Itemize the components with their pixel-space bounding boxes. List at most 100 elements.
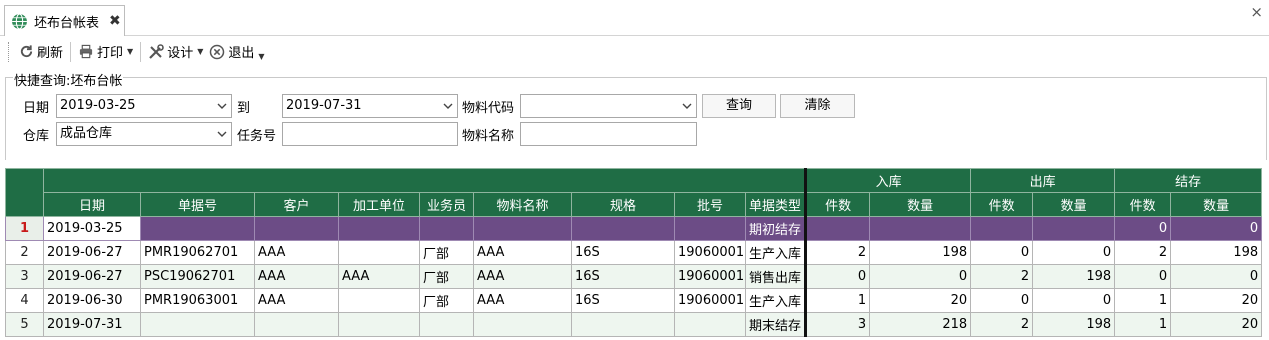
chevron-down-icon[interactable] (217, 103, 227, 110)
cell-out-qty[interactable]: 198 (1032, 312, 1116, 337)
cell-stock-qty[interactable]: 0 (1170, 216, 1263, 241)
cell-date[interactable]: 2019-06-30 (43, 288, 141, 313)
col-header-out-pieces[interactable]: 件数 (970, 192, 1034, 217)
cell-date[interactable]: 2019-06-27 (43, 240, 141, 265)
cell-spec[interactable]: 16S (571, 240, 675, 265)
refresh-button[interactable]: 刷新 (16, 40, 66, 64)
col-header-material[interactable]: 物料名称 (473, 192, 572, 217)
design-button[interactable]: 设计 ▼ (145, 40, 206, 64)
cell-spec[interactable] (571, 312, 675, 337)
cell-processor[interactable]: AAA (338, 264, 420, 289)
cell-out-pieces[interactable] (970, 216, 1034, 241)
task-input[interactable] (282, 122, 458, 146)
cell-spec[interactable] (571, 216, 675, 241)
cell-stock-pieces[interactable]: 0 (1114, 216, 1172, 241)
cell-out-pieces[interactable]: 2 (970, 264, 1034, 289)
cell-doctype[interactable]: 期末结存 (744, 312, 807, 337)
cell-material[interactable] (473, 216, 572, 241)
col-header-out-qty[interactable]: 数量 (1032, 192, 1116, 217)
cell-stock-qty[interactable]: 20 (1170, 288, 1263, 313)
cell-stock-qty[interactable]: 198 (1170, 240, 1263, 265)
col-header-in-pieces[interactable]: 件数 (804, 192, 871, 217)
col-header-spec[interactable]: 规格 (571, 192, 675, 217)
cell-date[interactable]: 2019-07-31 (43, 312, 141, 337)
cell-out-pieces[interactable]: 2 (970, 312, 1034, 337)
cell-in-pieces[interactable] (804, 216, 871, 241)
cell-batch[interactable] (674, 312, 746, 337)
cell-stock-pieces[interactable]: 1 (1114, 288, 1172, 313)
cell-out-qty[interactable]: 0 (1032, 240, 1116, 265)
cell-in-pieces[interactable]: 0 (804, 264, 871, 289)
cell-in-pieces[interactable]: 1 (804, 288, 871, 313)
cell-out-qty[interactable]: 198 (1032, 264, 1116, 289)
chevron-down-icon[interactable]: ▼ (197, 47, 203, 56)
chevron-down-icon[interactable]: ▼ (127, 47, 133, 56)
cell-in-pieces[interactable]: 3 (804, 312, 871, 337)
material-name-input[interactable] (520, 122, 697, 146)
cell-batch[interactable]: 19060001 (674, 240, 746, 265)
chevron-down-icon[interactable] (217, 131, 227, 138)
cell-doctype[interactable]: 生产入库 (744, 240, 807, 265)
cell-doctype[interactable]: 生产入库 (744, 288, 807, 313)
print-button[interactable]: 打印 ▼ (75, 40, 136, 64)
warehouse-combo[interactable]: 成品仓库 (56, 122, 232, 146)
col-header-customer[interactable]: 客户 (254, 192, 339, 217)
cell-out-pieces[interactable]: 0 (970, 288, 1034, 313)
cell-salesman[interactable]: 厂部 (419, 288, 474, 313)
window-close-icon[interactable]: × (1250, 3, 1263, 21)
cell-batch[interactable]: 19060001 (674, 288, 746, 313)
cell-stock-pieces[interactable]: 0 (1114, 264, 1172, 289)
col-header-stock-qty[interactable]: 数量 (1170, 192, 1263, 217)
cell-processor[interactable] (338, 216, 420, 241)
cell-stock-qty[interactable]: 0 (1170, 264, 1263, 289)
col-header-salesman[interactable]: 业务员 (419, 192, 474, 217)
overflow-chevron-icon[interactable]: ▼ (258, 52, 264, 61)
cell-batch[interactable] (674, 216, 746, 241)
chevron-down-icon[interactable] (682, 103, 692, 110)
chevron-down-icon[interactable] (443, 103, 453, 110)
cell-date[interactable]: 2019-06-27 (43, 264, 141, 289)
table-row[interactable]: 5 2019-07-31 期末结存 3 218 2 198 1 20 (5, 312, 1263, 337)
cell-stock-pieces[interactable]: 1 (1114, 312, 1172, 337)
cell-processor[interactable] (338, 288, 420, 313)
table-row[interactable]: 2 2019-06-27 PMR19062701 AAA 厂部 AAA 16S … (5, 240, 1263, 265)
cell-salesman[interactable] (419, 216, 474, 241)
cell-out-pieces[interactable]: 0 (970, 240, 1034, 265)
tab-close-icon[interactable]: ✖ (109, 13, 121, 29)
clear-button[interactable]: 清除 (780, 94, 855, 118)
cell-doc[interactable] (140, 312, 255, 337)
cell-material[interactable]: AAA (473, 240, 572, 265)
date-to-combo[interactable]: 2019-07-31 (282, 94, 458, 118)
cell-customer[interactable] (254, 312, 339, 337)
cell-salesman[interactable] (419, 312, 474, 337)
table-row[interactable]: 4 2019-06-30 PMR19063001 AAA 厂部 AAA 16S … (5, 288, 1263, 313)
col-header-batch[interactable]: 批号 (674, 192, 746, 217)
search-button[interactable]: 查询 (702, 94, 776, 118)
col-header-stock-pieces[interactable]: 件数 (1114, 192, 1172, 217)
cell-processor[interactable] (338, 240, 420, 265)
date-from-combo[interactable]: 2019-03-25 (56, 94, 232, 118)
cell-doc[interactable]: PMR19063001 (140, 288, 255, 313)
cell-stock-pieces[interactable]: 2 (1114, 240, 1172, 265)
cell-salesman[interactable]: 厂部 (419, 240, 474, 265)
cell-spec[interactable]: 16S (571, 264, 675, 289)
cell-doctype[interactable]: 销售出库 (744, 264, 807, 289)
tab-fabric-ledger[interactable]: 坯布台帐表 ✖ (4, 5, 125, 36)
exit-button[interactable]: 退出 ▼ (206, 40, 267, 64)
col-header-doc[interactable]: 单据号 (140, 192, 255, 217)
cell-material[interactable]: AAA (473, 288, 572, 313)
cell-customer[interactable]: AAA (254, 264, 339, 289)
cell-in-qty[interactable] (869, 216, 972, 241)
cell-in-qty[interactable]: 198 (869, 240, 972, 265)
cell-material[interactable]: AAA (473, 264, 572, 289)
cell-date[interactable]: 2019-03-25 (43, 216, 141, 241)
material-code-combo[interactable] (520, 94, 697, 118)
cell-salesman[interactable]: 厂部 (419, 264, 474, 289)
col-header-processor[interactable]: 加工单位 (338, 192, 420, 217)
table-row[interactable]: 1 2019-03-25 期初结存 0 0 (5, 216, 1263, 241)
cell-spec[interactable]: 16S (571, 288, 675, 313)
col-header-in-qty[interactable]: 数量 (869, 192, 972, 217)
cell-in-pieces[interactable]: 2 (804, 240, 871, 265)
cell-doc[interactable]: PMR19062701 (140, 240, 255, 265)
col-header-doctype[interactable]: 单据类型 (744, 192, 807, 217)
